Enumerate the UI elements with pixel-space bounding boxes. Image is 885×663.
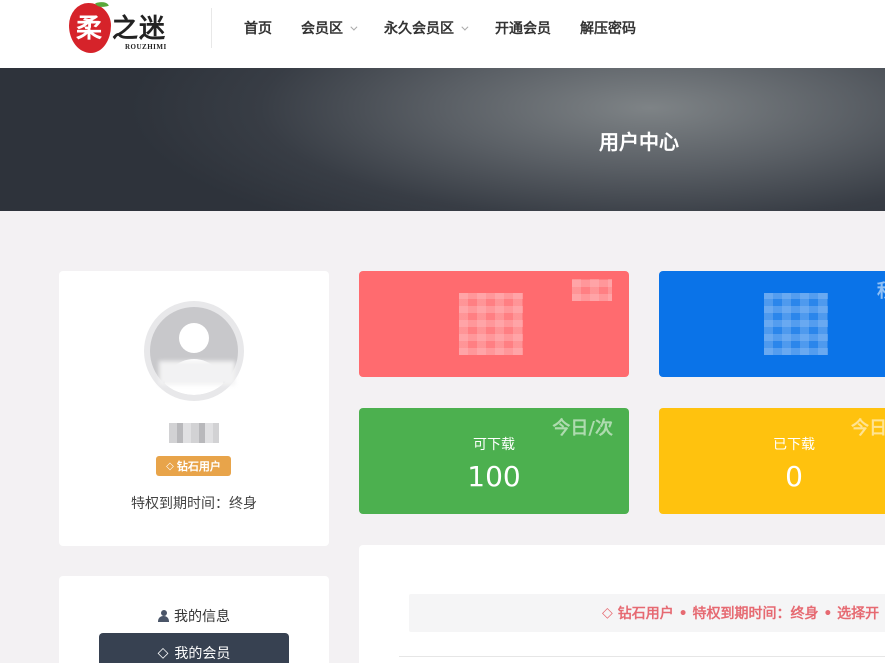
nav-item-open-membership[interactable]: 开通会员 xyxy=(495,18,551,38)
chevron-down-icon xyxy=(350,23,358,31)
info-menu-card: 我的信息 ◇ 我的会员 xyxy=(59,576,329,663)
divider xyxy=(399,656,885,657)
username: ■■■ xyxy=(169,423,219,443)
stat-value: 0 xyxy=(785,460,803,493)
pixelated-corner xyxy=(572,279,612,301)
header-divider xyxy=(211,8,212,48)
logo-seal-char: 柔 xyxy=(75,14,102,44)
expire-text: 特权到期时间：终身 xyxy=(131,496,257,512)
avatar[interactable] xyxy=(144,301,244,401)
stat-card-downloadable: 今日/次 可下载 100 xyxy=(359,408,629,514)
nav-item-member-zone[interactable]: 会员区 xyxy=(301,18,358,38)
stat-label: 已下载 xyxy=(773,437,815,453)
my-membership-button[interactable]: ◇ 我的会员 xyxy=(99,633,289,663)
pixelated-content xyxy=(459,293,523,355)
nav-item-label: 开通会员 xyxy=(495,21,551,37)
nav-item-label: 会员区 xyxy=(301,21,343,37)
avatar-head xyxy=(179,323,209,353)
stat-label: 可下载 xyxy=(473,437,515,453)
logo-text: 之迷 xyxy=(112,14,167,44)
site-logo[interactable]: 柔 之迷 ROUZHIMI xyxy=(68,0,174,60)
membership-notice: ◇ 钻石用户 • 特权到期时间：终身 • 选择开 xyxy=(409,594,885,632)
nav-item-lifetime-member-zone[interactable]: 永久会员区 xyxy=(384,18,469,38)
my-info-title[interactable]: 我的信息 xyxy=(59,606,329,626)
nav-item-unzip-password[interactable]: 解压密码 xyxy=(580,18,636,38)
my-membership-label: 我的会员 xyxy=(174,646,231,662)
avatar-blur xyxy=(159,361,235,385)
vip-badge-label: 钻石用户 xyxy=(176,460,221,473)
chevron-down-icon xyxy=(461,23,469,31)
diamond-icon: ◇ xyxy=(166,460,174,472)
main-nav: 首页 会员区 永久会员区 开通会员 解压密码 xyxy=(244,0,665,56)
nav-item-label: 解压密码 xyxy=(580,21,636,37)
page-banner: 用户中心 xyxy=(0,68,885,211)
pixelated-content xyxy=(764,293,828,355)
membership-content-card: ◇ 钻石用户 • 特权到期时间：终身 • 选择开 xyxy=(359,545,885,663)
page-title: 用户中心 xyxy=(599,130,679,154)
diamond-icon: ◇ xyxy=(602,605,613,621)
nav-item-label: 永久会员区 xyxy=(384,21,454,37)
stat-corner-text: 积 xyxy=(877,277,885,303)
stat-card-downloaded: 今日 已下载 0 xyxy=(659,408,885,514)
stat-card-blue: 积 xyxy=(659,271,885,377)
profile-card: ■■■ ◇ 钻石用户 特权到期时间：终身 xyxy=(59,271,329,546)
diamond-icon: ◇ xyxy=(157,645,169,661)
stat-value: 100 xyxy=(467,460,521,493)
user-icon xyxy=(158,610,169,622)
nav-item-home[interactable]: 首页 xyxy=(244,18,272,38)
stat-card-red xyxy=(359,271,629,377)
membership-notice-text: 钻石用户 • 特权到期时间：终身 • 选择开 xyxy=(617,606,880,622)
logo-subtext: ROUZHIMI xyxy=(125,43,167,51)
vip-badge: ◇ 钻石用户 xyxy=(156,456,231,476)
my-info-label: 我的信息 xyxy=(174,609,230,625)
nav-item-label: 首页 xyxy=(244,21,272,37)
site-header: 柔 之迷 ROUZHIMI 首页 会员区 永久会员区 开通会员 解压密码 xyxy=(0,0,885,68)
